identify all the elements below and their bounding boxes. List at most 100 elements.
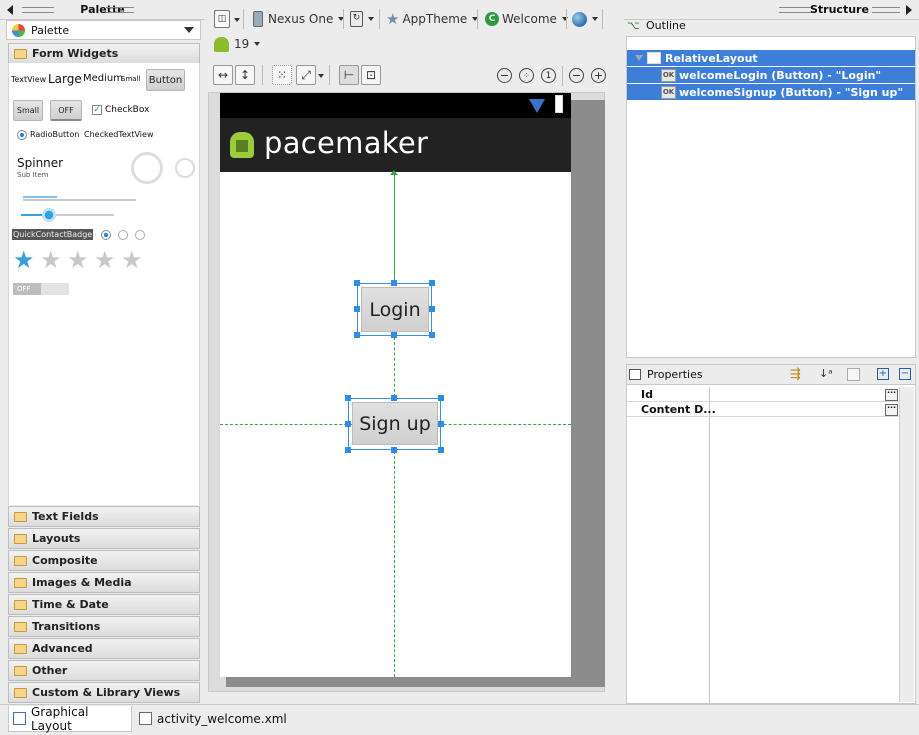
fit-icon[interactable]: ⤢: [296, 65, 316, 85]
widget-switch[interactable]: OFF: [13, 283, 69, 295]
resize-handle[interactable]: [345, 421, 351, 427]
category-images-media[interactable]: Images & Media: [8, 572, 200, 593]
zoom-real-size-icon[interactable]: −: [497, 68, 512, 83]
device-selector[interactable]: Nexus One: [253, 9, 345, 29]
radio-selected-icon[interactable]: [101, 230, 111, 240]
chevron-down-icon[interactable]: [184, 27, 194, 33]
category-label: Transitions: [32, 620, 101, 633]
tab-graphical-layout[interactable]: Graphical Layout: [8, 705, 132, 733]
resize-handle[interactable]: [438, 395, 444, 401]
layout-icon: [647, 52, 661, 64]
device-screen[interactable]: [220, 93, 571, 677]
resize-handle[interactable]: [345, 395, 351, 401]
api-level-selector[interactable]: 19: [214, 34, 261, 54]
resize-handle[interactable]: [354, 306, 360, 312]
zoom-fit-icon[interactable]: ⁘: [519, 68, 534, 83]
radio-unselected-icon[interactable]: [118, 230, 128, 240]
zoom-out-icon[interactable]: −: [569, 68, 584, 83]
theme-name: AppTheme: [402, 12, 468, 26]
category-transitions[interactable]: Transitions: [8, 616, 200, 637]
tree-item-relativelayout[interactable]: RelativeLayout: [627, 50, 915, 66]
seekbar-thumb[interactable]: [42, 208, 56, 222]
activity-selector[interactable]: C Welcome: [485, 9, 568, 29]
category-text-fields[interactable]: Text Fields: [8, 506, 200, 527]
widget-checkbox-label: CheckBox: [105, 105, 150, 115]
resize-handle[interactable]: [391, 447, 397, 453]
sort-attributes-icon[interactable]: ⇶: [790, 367, 801, 382]
properties-scrollbar[interactable]: [899, 387, 914, 702]
restore-defaults-icon[interactable]: [847, 368, 860, 381]
resize-handle[interactable]: [438, 447, 444, 453]
folder-icon: [14, 688, 27, 698]
align-icon[interactable]: ⊢: [339, 65, 359, 85]
outline-icon: ⌥: [627, 19, 640, 32]
orientation-selector[interactable]: ↻: [350, 9, 374, 29]
resize-handle[interactable]: [429, 332, 435, 338]
widget-textview[interactable]: TextView: [11, 75, 46, 84]
resize-handle[interactable]: [345, 447, 351, 453]
toolbar-separator: [243, 9, 244, 29]
widget-quickcontactbadge[interactable]: QuickContactBadge: [12, 229, 94, 240]
sort-az-icon[interactable]: ↓ᵃ: [819, 367, 833, 380]
battery-icon: [555, 95, 563, 113]
expand-all-icon[interactable]: +: [877, 368, 889, 380]
resize-handle[interactable]: [429, 306, 435, 312]
collapse-all-icon[interactable]: −: [899, 368, 911, 380]
toggle-width-icon[interactable]: ↔: [213, 65, 233, 85]
toggle-height-icon[interactable]: ↕: [235, 65, 255, 85]
property-row-content-description[interactable]: Content D...: [627, 402, 900, 417]
margins-icon[interactable]: ⁙: [272, 65, 292, 85]
widget-large[interactable]: Large: [48, 72, 82, 86]
palette-view-title: Palette: [0, 0, 205, 20]
progress-medium-icon[interactable]: [175, 158, 195, 178]
zoom-100-icon[interactable]: 1: [541, 68, 556, 83]
star-filled-icon: ★: [13, 246, 35, 274]
category-advanced[interactable]: Advanced: [8, 638, 200, 659]
ellipsis-button[interactable]: ···: [885, 389, 898, 401]
ellipsis-button[interactable]: ···: [885, 404, 898, 416]
chevron-down-icon[interactable]: [234, 18, 240, 22]
resize-handle[interactable]: [438, 421, 444, 427]
tab-activity-welcome-xml[interactable]: activity_welcome.xml: [135, 706, 287, 732]
category-other[interactable]: Other: [8, 660, 200, 681]
widget-button[interactable]: Button: [146, 69, 185, 91]
resize-handle[interactable]: [429, 280, 435, 286]
radio-unselected-icon[interactable]: [135, 230, 145, 240]
chevron-down-icon[interactable]: [318, 74, 324, 78]
widget-checked-textview[interactable]: CheckedTextView: [84, 130, 154, 139]
category-time-date[interactable]: Time & Date: [8, 594, 200, 615]
layout-params-icon[interactable]: ⊡: [361, 65, 381, 85]
resize-handle[interactable]: [391, 332, 397, 338]
resize-handle[interactable]: [354, 280, 360, 286]
progress-large-icon[interactable]: [131, 152, 163, 184]
collapse-right-icon[interactable]: [906, 5, 912, 15]
checkbox-checked-icon[interactable]: ✓: [92, 105, 102, 115]
palette-selector-label: Palette: [31, 23, 70, 37]
category-custom-library-views[interactable]: Custom & Library Views: [8, 682, 200, 703]
resize-handle[interactable]: [354, 332, 360, 338]
tree-item-welcomelogin[interactable]: OK welcomeLogin (Button) - "Login": [627, 67, 915, 83]
category-layouts[interactable]: Layouts: [8, 528, 200, 549]
resize-handle[interactable]: [391, 280, 397, 286]
progress-bar-horizontal[interactable]: [23, 196, 57, 198]
widget-small-button[interactable]: Small: [13, 100, 43, 121]
widget-spinner[interactable]: Spinner: [17, 156, 63, 170]
widget-medium[interactable]: Medium: [83, 73, 123, 84]
tree-item-welcomesignup[interactable]: OK welcomeSignup (Button) - "Sign up": [627, 84, 915, 100]
resize-handle[interactable]: [391, 395, 397, 401]
expand-icon[interactable]: [635, 55, 643, 61]
locale-selector[interactable]: [572, 9, 598, 29]
palette-widget-area: TextView Large Medium Small Button Small…: [8, 63, 200, 505]
category-composite[interactable]: Composite: [8, 550, 200, 571]
property-row-id[interactable]: Id: [627, 387, 900, 402]
zoom-in-icon[interactable]: +: [591, 68, 606, 83]
theme-selector[interactable]: ★ AppTheme: [386, 9, 479, 29]
collapse-left-icon[interactable]: [7, 5, 13, 15]
widget-small[interactable]: Small: [121, 75, 140, 83]
radio-selected-icon[interactable]: [17, 130, 27, 140]
widget-toggle-button[interactable]: OFF: [50, 100, 82, 121]
layout-file-icon[interactable]: ◫: [214, 10, 230, 28]
title-grip-right: [106, 7, 134, 13]
category-form-widgets[interactable]: Form Widgets: [8, 43, 200, 64]
palette-selector[interactable]: Palette: [6, 20, 201, 40]
